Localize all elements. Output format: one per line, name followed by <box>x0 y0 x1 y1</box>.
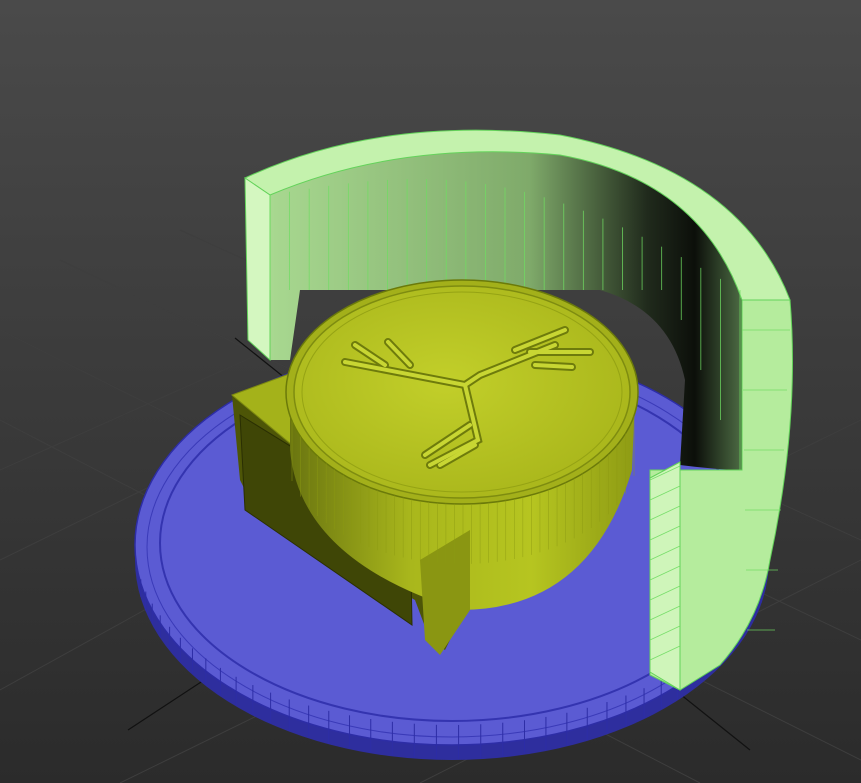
viewport-scene[interactable] <box>0 0 861 783</box>
3d-viewport[interactable] <box>0 0 861 783</box>
